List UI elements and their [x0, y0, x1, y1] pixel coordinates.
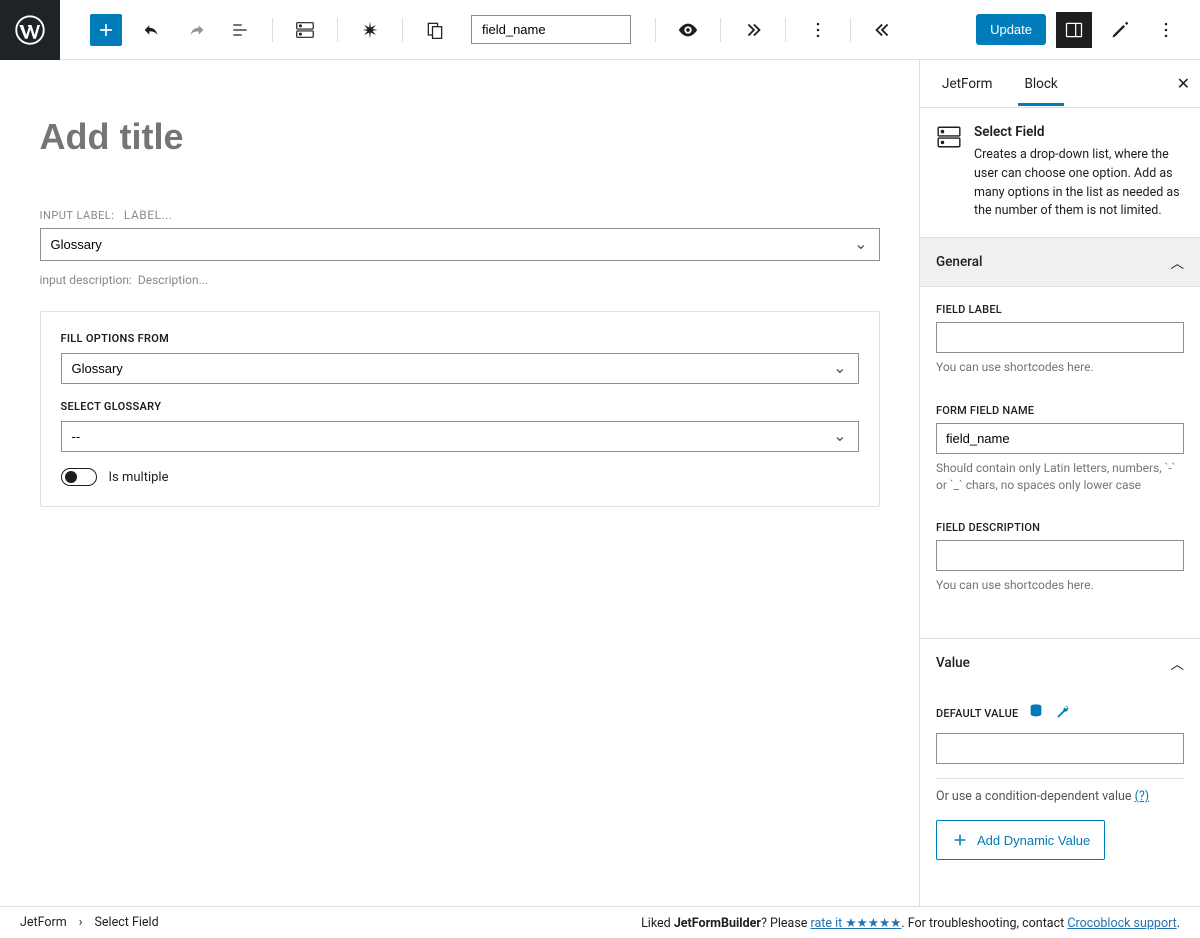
footer-message: Liked JetFormBuilder? Please rate it ★★★… [641, 915, 1180, 931]
select-glossary-select[interactable]: -- [61, 421, 859, 452]
select-field-block-icon [936, 124, 962, 154]
update-button[interactable]: Update [976, 14, 1046, 45]
chevrons-right-icon[interactable] [735, 12, 771, 48]
default-value-caption: DEFAULT VALUE [936, 707, 1018, 720]
is-multiple-toggle[interactable] [61, 468, 97, 486]
form-field-name-caption: FORM FIELD NAME [936, 404, 1184, 417]
field-options-card: FILL OPTIONS FROM Glossary SELECT GLOSSA… [40, 311, 880, 507]
form-field-name-input[interactable] [936, 423, 1184, 454]
preview-select-field[interactable]: Glossary [40, 228, 880, 261]
field-description-input[interactable] [936, 540, 1184, 571]
add-dynamic-value-button[interactable]: Add Dynamic Value [936, 820, 1105, 860]
fill-options-select[interactable]: Glossary [61, 353, 859, 384]
condition-help-link[interactable]: (?) [1135, 789, 1150, 804]
options-menu-icon[interactable] [1148, 12, 1184, 48]
input-label-caption: INPUT LABEL: LABEL... [40, 208, 880, 222]
undo-icon[interactable] [134, 12, 170, 48]
field-label-help: You can use shortcodes here. [936, 359, 1184, 376]
rate-link[interactable]: rate it ★★★★★ [811, 916, 902, 931]
settings-sidebar: JetForm Block ✕ Select Field Creates a d… [919, 60, 1200, 906]
more-vertical-icon[interactable] [800, 12, 836, 48]
input-description-caption: input description:Description... [40, 273, 880, 287]
is-multiple-label: Is multiple [109, 470, 169, 485]
database-icon[interactable] [1028, 703, 1044, 723]
add-block-button[interactable] [90, 14, 122, 46]
editor-footer: JetForm › Select Field Liked JetFormBuil… [0, 906, 1200, 938]
top-toolbar: Update [0, 0, 1200, 60]
editor-canvas: INPUT LABEL: LABEL... Glossary input des… [0, 60, 919, 906]
field-name-toolbar-input[interactable] [471, 15, 631, 44]
field-description-help: You can use shortcodes here. [936, 577, 1184, 594]
close-panel-icon[interactable]: ✕ [1177, 74, 1190, 93]
redo-icon[interactable] [178, 12, 214, 48]
select-glossary-label: SELECT GLOSSARY [61, 400, 859, 413]
breadcrumb: JetForm › Select Field [20, 915, 159, 930]
fill-options-label: FILL OPTIONS FROM [61, 332, 859, 345]
condition-help-text: Or use a condition-dependent value (?) [920, 789, 1200, 820]
document-overview-icon[interactable] [222, 12, 258, 48]
tab-jetform[interactable]: JetForm [936, 62, 998, 106]
breadcrumb-item[interactable]: Select Field [95, 915, 159, 930]
block-description: Creates a drop-down list, where the user… [974, 146, 1184, 221]
chevrons-left-icon[interactable] [865, 12, 901, 48]
chevron-right-icon: › [79, 915, 83, 930]
block-type-icon[interactable] [287, 12, 323, 48]
pen-icon[interactable] [1102, 12, 1138, 48]
field-label-caption: FIELD LABEL [936, 303, 1184, 316]
chevron-up-icon: ︿ [1171, 252, 1185, 272]
general-panel-header[interactable]: General ︿ [920, 237, 1200, 287]
support-link[interactable]: Crocoblock support [1067, 916, 1176, 931]
breadcrumb-item[interactable]: JetForm [20, 915, 67, 930]
field-description-caption: FIELD DESCRIPTION [936, 521, 1184, 534]
form-field-name-help: Should contain only Latin letters, numbe… [936, 460, 1184, 494]
copy-icon[interactable] [417, 12, 453, 48]
block-name-label: Select Field [974, 124, 1184, 140]
wrench-icon[interactable] [1054, 703, 1070, 723]
chevron-up-icon: ︿ [1171, 653, 1185, 673]
eye-icon[interactable] [670, 12, 706, 48]
value-panel-header[interactable]: Value ︿ [920, 638, 1200, 687]
field-label-input[interactable] [936, 322, 1184, 353]
tab-block[interactable]: Block [1018, 62, 1063, 106]
wordpress-logo[interactable] [0, 0, 60, 60]
post-title-input[interactable] [40, 116, 880, 158]
asterisk-icon[interactable] [352, 12, 388, 48]
sidebar-toggle-button[interactable] [1056, 12, 1092, 48]
default-value-input[interactable] [936, 733, 1184, 764]
